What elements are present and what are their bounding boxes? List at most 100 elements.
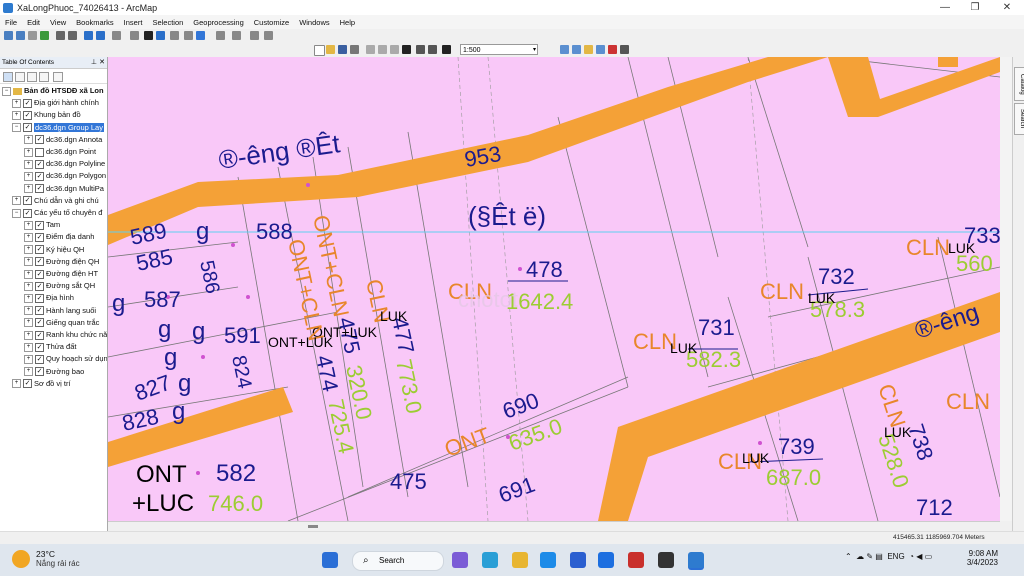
language-indicator[interactable]: ENG (887, 552, 904, 561)
toc-layer-row[interactable]: + ✓ dc36.dgn Polygon (24, 170, 107, 182)
tray-icons[interactable]: ☁ ✎ ▤ (856, 552, 883, 561)
measure-icon[interactable] (184, 31, 193, 40)
toc-layer-row[interactable]: − ✓ dc36.dgn Group Lay (12, 122, 107, 134)
volume-icon[interactable]: ◀ (916, 552, 922, 561)
search-tab[interactable]: Search (1014, 103, 1024, 135)
layer-visibility-checkbox[interactable]: ✓ (35, 245, 44, 255)
toc-layer-row[interactable]: + ✓ Đường điện QH (24, 256, 107, 268)
layer-visibility-checkbox[interactable]: ✓ (35, 342, 44, 352)
expand-toggle-icon[interactable]: + (24, 171, 33, 181)
expand-toggle-icon[interactable]: + (12, 379, 21, 389)
layer-visibility-checkbox[interactable]: ✓ (35, 220, 44, 230)
layer-visibility-checkbox[interactable]: ✓ (23, 196, 32, 206)
layer-visibility-checkbox[interactable]: ✓ (35, 354, 44, 364)
toc-layer-row[interactable]: − Bản đồ HTSDĐ xã Lon (2, 85, 107, 97)
toc-layer-row[interactable]: + ✓ Đường bao (24, 366, 107, 378)
toc-layer-row[interactable]: + ✓ Điểm địa danh (24, 231, 107, 243)
weather-widget[interactable]: 23°C Nắng rải rác (12, 549, 80, 568)
options-icon[interactable] (53, 72, 63, 82)
layer-visibility-checkbox[interactable]: ✓ (35, 367, 44, 377)
delete-icon[interactable] (402, 45, 411, 54)
expand-toggle-icon[interactable]: + (24, 135, 33, 145)
expand-toggle-icon[interactable]: + (24, 232, 33, 242)
python-icon[interactable] (620, 45, 629, 54)
toc-layer-row[interactable]: + ✓ Hành lang suối (24, 305, 107, 317)
acrobat-icon[interactable] (628, 552, 644, 568)
expand-toggle-icon[interactable]: − (12, 208, 21, 218)
menu-edit[interactable]: Edit (22, 18, 45, 27)
select-features-icon[interactable] (112, 31, 121, 40)
zoom-in-icon[interactable] (4, 31, 13, 40)
menu-selection[interactable]: Selection (147, 18, 188, 27)
close-button[interactable]: ✕ (992, 0, 1022, 15)
expand-toggle-icon[interactable]: + (24, 257, 33, 267)
maximize-button[interactable]: ❐ (960, 0, 990, 15)
wifi-icon[interactable]: ◔ (909, 552, 914, 561)
list-by-visibility-icon[interactable] (27, 72, 37, 82)
viewer-icon[interactable] (264, 31, 273, 40)
search-window-icon[interactable] (596, 45, 605, 54)
expand-toggle-icon[interactable]: + (24, 330, 33, 340)
layer-visibility-checkbox[interactable]: ✓ (35, 306, 44, 316)
select-elements-icon[interactable] (144, 31, 153, 40)
menu-bookmarks[interactable]: Bookmarks (71, 18, 119, 27)
map-canvas[interactable]: ®-êng ®Êt 953 ®-êng (§Êt ë) CLN 478 1642… (108, 57, 1000, 521)
toc-layer-row[interactable]: + ✓ Quy hoạch sử dụn (24, 353, 107, 365)
arctoolbox-icon[interactable] (608, 45, 617, 54)
toc-layer-row[interactable]: + ✓ Giếng quan trắc (24, 317, 107, 329)
toc-layer-row[interactable]: + ✓ dc36.dgn Polyline (24, 158, 107, 170)
add-data-icon[interactable] (442, 45, 451, 54)
scroll-thumb[interactable] (308, 525, 318, 528)
back-icon[interactable] (84, 31, 93, 40)
layer-visibility-checkbox[interactable]: ✓ (35, 281, 44, 291)
layer-visibility-checkbox[interactable]: ✓ (23, 110, 32, 120)
layer-visibility-checkbox[interactable]: ✓ (35, 330, 44, 340)
catalog-window-icon[interactable] (584, 45, 593, 54)
toc-layer-row[interactable]: + ✓ Thửa đất (24, 341, 107, 353)
fixed-zoom-icon[interactable] (56, 31, 65, 40)
toc-layer-row[interactable]: + ✓ dc36.dgn MultiPa (24, 183, 107, 195)
cut-icon[interactable] (366, 45, 375, 54)
toc-layer-row[interactable]: + ✓ Ranh khu chức nă (24, 329, 107, 341)
toc-layer-row[interactable]: + ✓ Địa hình (24, 292, 107, 304)
undo-icon[interactable] (416, 45, 425, 54)
layer-visibility-checkbox[interactable]: ✓ (23, 123, 32, 133)
toc-layer-row[interactable]: + ✓ Đường sắt QH (24, 280, 107, 292)
settings-icon[interactable] (658, 552, 674, 568)
redo-icon[interactable] (428, 45, 437, 54)
layer-visibility-checkbox[interactable]: ✓ (23, 208, 32, 218)
toc-layer-row[interactable]: + ✓ Ký hiệu QH (24, 244, 107, 256)
clear-selection-icon[interactable] (130, 31, 139, 40)
fixed-zoom-out-icon[interactable] (68, 31, 77, 40)
expand-toggle-icon[interactable]: + (24, 147, 33, 157)
arcmap-taskbar-icon[interactable] (688, 552, 704, 570)
expand-toggle-icon[interactable]: + (24, 354, 33, 364)
save-icon[interactable] (338, 45, 347, 54)
expand-toggle-icon[interactable]: + (24, 306, 33, 316)
expand-toggle-icon[interactable]: + (24, 281, 33, 291)
layer-visibility-checkbox[interactable]: ✓ (35, 159, 44, 169)
print-icon[interactable] (350, 45, 359, 54)
expand-toggle-icon[interactable]: + (12, 98, 21, 108)
editor-toolbar-icon[interactable] (560, 45, 569, 54)
layer-visibility-checkbox[interactable]: ✓ (35, 257, 44, 267)
vertical-scrollbar[interactable] (1000, 57, 1012, 521)
toc-layer-row[interactable]: + ✓ Đường điện HT (24, 268, 107, 280)
expand-toggle-icon[interactable]: + (24, 293, 33, 303)
expand-toggle-icon[interactable]: + (24, 220, 33, 230)
expand-toggle-icon[interactable]: + (24, 159, 33, 169)
menu-customize[interactable]: Customize (249, 18, 294, 27)
open-icon[interactable] (326, 45, 335, 54)
layer-visibility-checkbox[interactable]: ✓ (35, 232, 44, 242)
layout-icon[interactable] (250, 31, 259, 40)
menu-file[interactable]: File (0, 18, 22, 27)
menu-insert[interactable]: Insert (119, 18, 148, 27)
layer-visibility-checkbox[interactable]: ✓ (23, 98, 32, 108)
expand-toggle-icon[interactable]: − (2, 86, 11, 96)
forward-icon[interactable] (96, 31, 105, 40)
list-by-source-icon[interactable] (15, 72, 25, 82)
expand-toggle-icon[interactable]: + (24, 318, 33, 328)
store-icon[interactable] (570, 552, 586, 568)
expand-toggle-icon[interactable]: − (12, 123, 21, 133)
layer-visibility-checkbox[interactable]: ✓ (23, 379, 32, 389)
